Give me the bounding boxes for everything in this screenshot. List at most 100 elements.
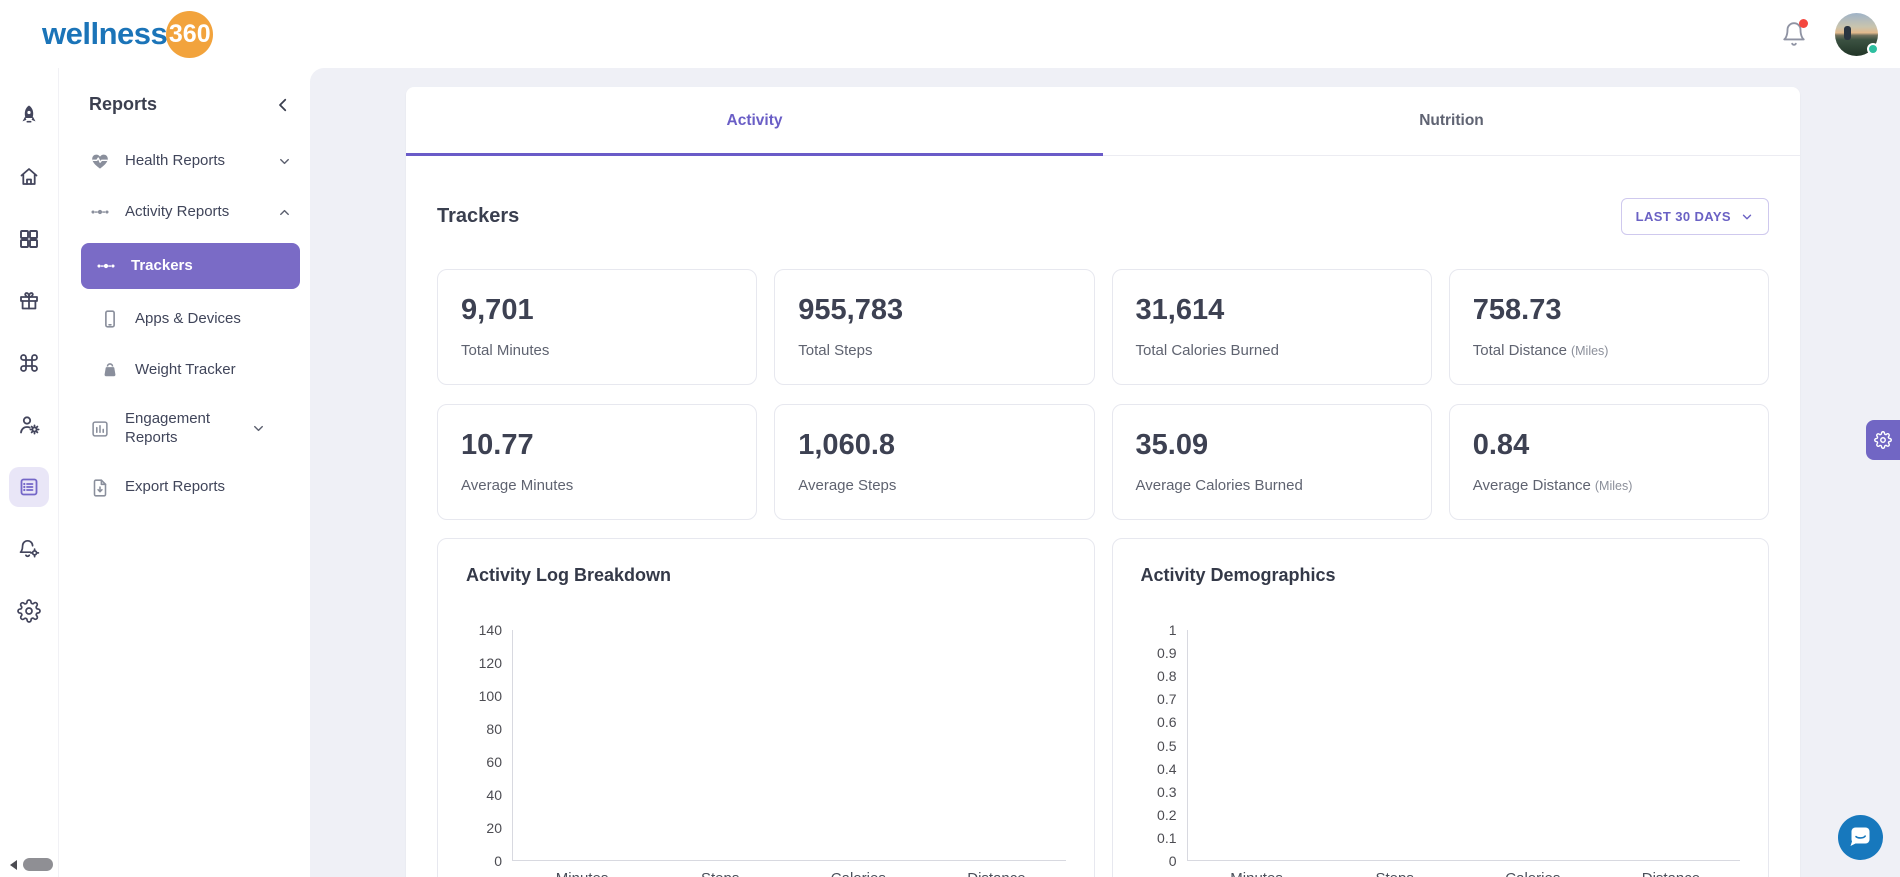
stat-value: 955,783 xyxy=(798,294,1070,327)
x-axis-label: Minutes xyxy=(513,861,651,877)
stat-label: Total Steps xyxy=(798,342,872,359)
y-tick-label: 140 xyxy=(479,622,502,638)
topbar-actions xyxy=(1781,13,1878,56)
chart-plot-area xyxy=(1187,630,1741,861)
stat-value: 1,060.8 xyxy=(798,429,1070,462)
bar-chart-icon xyxy=(89,418,111,440)
stat-value: 9,701 xyxy=(461,294,733,327)
tracker-dots-icon xyxy=(95,255,117,277)
tab-nutrition[interactable]: Nutrition xyxy=(1103,87,1800,155)
x-axis-label: Distance xyxy=(1602,861,1740,877)
x-axis-label: Calories xyxy=(789,861,927,877)
logo-wordmark: wellness xyxy=(42,16,167,52)
dashboard-grid-icon[interactable] xyxy=(9,219,49,259)
reports-list-icon[interactable] xyxy=(9,467,49,507)
heart-pulse-icon xyxy=(89,150,111,172)
y-tick-label: 60 xyxy=(486,754,502,770)
chat-launcher-button[interactable] xyxy=(1838,815,1883,860)
stat-label: Total Distance xyxy=(1473,342,1567,359)
date-range-label: LAST 30 DAYS xyxy=(1636,209,1731,224)
smartphone-icon xyxy=(99,308,121,330)
y-axis: 00.10.20.30.40.50.60.70.80.91 xyxy=(1141,630,1187,861)
sidebar-item-health-reports[interactable]: Health Reports xyxy=(81,141,300,181)
sidebar-title: Reports xyxy=(89,94,157,115)
user-avatar[interactable] xyxy=(1835,13,1878,56)
command-icon[interactable] xyxy=(9,343,49,383)
icon-rail xyxy=(0,68,58,877)
user-settings-icon[interactable] xyxy=(9,405,49,445)
wellness360-logo[interactable]: wellness 360 xyxy=(42,11,213,58)
home-icon[interactable] xyxy=(9,157,49,197)
tracker-dots-icon xyxy=(89,201,111,223)
y-tick-label: 1 xyxy=(1169,622,1177,638)
chevron-up-icon xyxy=(277,205,292,220)
stat-card-average-minutes: 10.77 Average Minutes xyxy=(437,404,757,520)
sidebar-item-engagement-reports[interactable]: Engagement Reports xyxy=(81,401,300,457)
sidebar-item-export-reports[interactable]: Export Reports xyxy=(81,468,300,508)
sidebar-item-trackers[interactable]: Trackers xyxy=(81,243,300,289)
y-tick-label: 0.5 xyxy=(1157,738,1176,754)
y-tick-label: 0.7 xyxy=(1157,691,1176,707)
y-tick-label: 80 xyxy=(486,721,502,737)
scroll-left-arrow-icon[interactable] xyxy=(10,860,17,870)
chevron-down-icon xyxy=(251,421,266,436)
sidebar-collapse-icon[interactable] xyxy=(274,96,292,114)
stat-cards-grid: 9,701 Total Minutes 955,783 Total Steps … xyxy=(437,269,1769,520)
chart-title: Activity Demographics xyxy=(1141,565,1741,586)
date-range-dropdown[interactable]: LAST 30 DAYS xyxy=(1621,198,1769,235)
gift-icon[interactable] xyxy=(9,281,49,321)
sidebar-item-label: Engagement Reports xyxy=(125,410,237,448)
main-content: Activity Nutrition Trackers LAST 30 DAYS… xyxy=(310,68,1900,877)
activity-demographics-chart: Activity Demographics 00.10.20.30.40.50.… xyxy=(1112,538,1770,877)
charts-row: Activity Log Breakdown 02040608010012014… xyxy=(437,538,1769,877)
x-axis-labels: MinutesStepsCaloriesDistance xyxy=(1188,861,1741,877)
stat-unit: (Miles) xyxy=(1571,344,1609,358)
chevron-down-icon xyxy=(1740,210,1754,224)
stat-card-total-minutes: 9,701 Total Minutes xyxy=(437,269,757,385)
chat-bubble-icon xyxy=(1838,815,1883,860)
sidebar-item-label: Apps & Devices xyxy=(135,310,292,329)
sidebar-item-weight-tracker[interactable]: Weight Tracker xyxy=(91,350,300,390)
x-axis-label: Calories xyxy=(1464,861,1602,877)
notifications-bell-icon[interactable] xyxy=(1781,21,1807,47)
settings-gear-icon[interactable] xyxy=(9,591,49,631)
stat-card-average-calories: 35.09 Average Calories Burned xyxy=(1112,404,1432,520)
y-tick-label: 0.3 xyxy=(1157,784,1176,800)
y-tick-label: 0.2 xyxy=(1157,807,1176,823)
settings-side-tab[interactable] xyxy=(1866,420,1900,460)
y-tick-label: 40 xyxy=(486,787,502,803)
stat-label: Total Minutes xyxy=(461,342,549,359)
y-tick-label: 0.6 xyxy=(1157,714,1176,730)
stat-value: 0.84 xyxy=(1473,429,1745,462)
y-axis: 020406080100120140 xyxy=(466,630,512,861)
top-bar: wellness 360 xyxy=(0,0,1900,68)
x-axis-label: Steps xyxy=(1326,861,1464,877)
sidebar-item-apps-devices[interactable]: Apps & Devices xyxy=(91,299,300,339)
notification-settings-icon[interactable] xyxy=(9,529,49,569)
weight-icon xyxy=(99,359,121,381)
y-tick-label: 0.8 xyxy=(1157,668,1176,684)
scroll-thumb[interactable] xyxy=(23,858,53,871)
chart-title: Activity Log Breakdown xyxy=(466,565,1066,586)
online-status-dot xyxy=(1867,43,1879,55)
rocket-icon[interactable] xyxy=(9,95,49,135)
sidebar-item-activity-reports[interactable]: Activity Reports xyxy=(81,192,300,232)
stat-card-average-steps: 1,060.8 Average Steps xyxy=(774,404,1094,520)
tab-bar: Activity Nutrition xyxy=(406,87,1800,156)
y-tick-label: 120 xyxy=(479,655,502,671)
stat-label: Average Steps xyxy=(798,477,896,494)
stat-card-total-distance: 758.73 Total Distance(Miles) xyxy=(1449,269,1769,385)
y-tick-label: 100 xyxy=(479,688,502,704)
x-axis-label: Minutes xyxy=(1188,861,1326,877)
sidebar-item-label: Activity Reports xyxy=(125,203,263,222)
stat-card-total-calories: 31,614 Total Calories Burned xyxy=(1112,269,1432,385)
tab-activity[interactable]: Activity xyxy=(406,87,1103,155)
stat-value: 10.77 xyxy=(461,429,733,462)
stat-card-total-steps: 955,783 Total Steps xyxy=(774,269,1094,385)
logo-badge-360: 360 xyxy=(166,11,213,58)
y-tick-label: 0.9 xyxy=(1157,645,1176,661)
sidebar-item-label: Export Reports xyxy=(125,478,292,497)
stat-label: Total Calories Burned xyxy=(1136,342,1279,359)
y-tick-label: 0.1 xyxy=(1157,830,1176,846)
file-export-icon xyxy=(89,477,111,499)
